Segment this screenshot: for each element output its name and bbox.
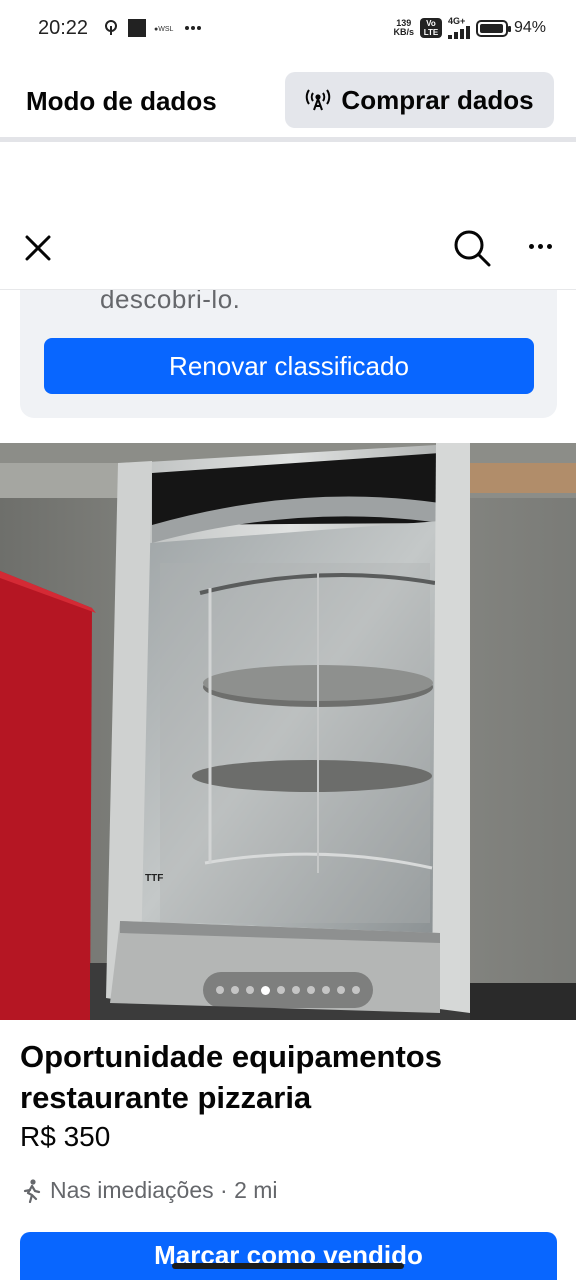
close-icon: [25, 235, 51, 261]
status-bar: 20:22 ●WSL 139 KB/s Vo LTE 4G+ 94%: [0, 0, 576, 56]
listing-price: R$ 350: [20, 1121, 111, 1152]
search-icon: [454, 230, 491, 267]
app-logo-icon: ●WSL: [154, 26, 174, 33]
network-speed: 139 KB/s: [393, 19, 414, 37]
more-icon: [528, 243, 534, 249]
gesture-nav-handle[interactable]: [172, 1263, 404, 1269]
pagination-dot: [277, 986, 285, 994]
app-notification-icon: [128, 19, 147, 37]
notification-icons: ●WSL: [102, 19, 202, 37]
mark-as-sold-button[interactable]: Marcar como vendido: [20, 1232, 557, 1280]
location-text: Nas imediações · 2 mi: [50, 1177, 278, 1203]
pagination-dot: [216, 986, 224, 994]
broadcast-icon: [306, 89, 331, 111]
pagination-dot: [337, 986, 345, 994]
more-icon-dot: [546, 243, 552, 249]
pagination-dot: [231, 986, 239, 994]
cell-signal: 4G+: [447, 16, 470, 39]
data-mode-title: Modo de dados: [26, 86, 217, 116]
volte-line2: LTE: [423, 28, 439, 37]
more-options-button[interactable]: [520, 234, 560, 258]
pagination-dot: [292, 986, 300, 994]
more-notifications-icon: [185, 26, 202, 30]
signal-bars-icon: [447, 26, 470, 39]
volte-line1: Vo: [426, 19, 436, 28]
battery-icon: [475, 19, 511, 37]
renew-card-text: descobri-lo.: [100, 290, 241, 314]
network-type: 4G+: [447, 16, 466, 26]
listing-location: Nas imediações · 2 mi: [20, 1177, 278, 1204]
search-button[interactable]: [452, 228, 492, 268]
more-icon-dot: [537, 243, 543, 249]
pagination-dot: [322, 986, 330, 994]
status-time: 20:22: [38, 16, 89, 39]
buy-data-button[interactable]: Comprar dados: [285, 72, 554, 128]
renew-listing-button[interactable]: Renovar classificado: [44, 338, 534, 394]
listing-photo[interactable]: TTF: [0, 443, 576, 1020]
pagination-dot: [307, 986, 315, 994]
status-right: 139 KB/s Vo LTE 4G+ 94%: [393, 17, 546, 39]
volte-icon: Vo LTE: [419, 18, 442, 38]
svg-text:TTF: TTF: [145, 873, 163, 884]
speed-unit: KB/s: [393, 27, 414, 37]
renew-card: descobri-lo. Renovar classificado: [20, 290, 557, 418]
data-mode-bar: Modo de dados Comprar dados: [0, 56, 576, 142]
walking-person-icon: [23, 1178, 41, 1203]
svg-text:●WSL: ●WSL: [154, 26, 174, 33]
listing-title: Oportunidade equipamentos restaurante pi…: [20, 1039, 442, 1115]
pagination-dot: [246, 986, 254, 994]
pagination-dot: [352, 986, 360, 994]
close-button[interactable]: [20, 230, 56, 266]
listing-header: [0, 148, 576, 290]
battery-percent: 94%: [513, 19, 546, 36]
pagination-dot-active: [261, 985, 270, 995]
hotspot-icon: [105, 20, 118, 35]
listing-photo-image: TTF: [0, 443, 576, 1020]
photo-pagination[interactable]: [203, 972, 373, 1008]
buy-data-label: Comprar dados: [341, 84, 534, 115]
